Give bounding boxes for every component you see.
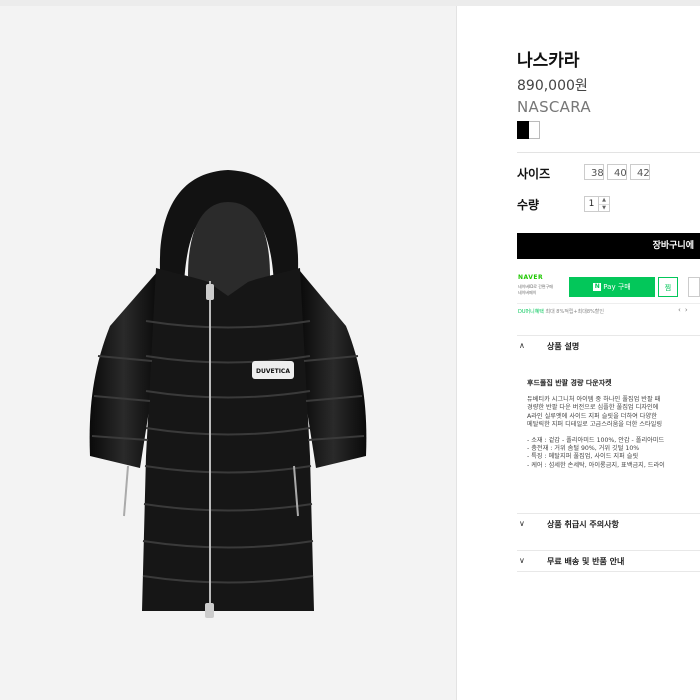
naver-logo: NAVER [518, 274, 544, 281]
accordion-label: 상품 취급시 주의사항 [547, 520, 619, 529]
benefit-nav: ‹› [678, 306, 692, 314]
product-brand: NASCARA [517, 98, 591, 116]
chevron-down-icon: ∨ [519, 556, 525, 565]
accordion-shipping-returns[interactable]: ∨ 무료 배송 및 반품 안내 [517, 550, 700, 572]
chevron-right-icon[interactable]: › [685, 306, 692, 314]
chevron-down-icon: ∨ [519, 519, 525, 528]
description-line: A라인 실루엣에 사이드 지퍼 슬릿을 더하여 다양한 [527, 412, 657, 420]
chevron-left-icon[interactable]: ‹ [678, 306, 685, 314]
description-title: 후드풀집 반팔 경량 다운자켓 [527, 379, 612, 387]
jacket-logo-text: DUVETICA [256, 368, 290, 375]
npay-n-icon: N [593, 283, 602, 291]
naver-more-button[interactable] [688, 277, 700, 297]
color-swatch-white[interactable] [529, 121, 540, 139]
size-label: 사이즈 [517, 167, 551, 181]
quantity-stepper[interactable]: 1 ▲ ▼ [584, 196, 610, 212]
product-info-panel: 나스카라 890,000원 NASCARA 사이즈 38 40 42 수량 1 … [517, 0, 700, 700]
size-option-40[interactable]: 40 [607, 164, 627, 180]
description-line: 메탈릭한 지퍼 디테일로 고급스러움을 더한 스타일링 [527, 420, 663, 428]
naver-sub-text-2: 네이버페이 [518, 290, 537, 295]
benefit-prefix: DU머니혜택 [518, 309, 544, 315]
product-image-panel: DUVETICA [0, 6, 456, 700]
naver-pay-button[interactable]: N Pay 구매 [569, 277, 655, 297]
color-swatches [517, 121, 540, 139]
description-line: 경량한 반팔 다운 버전으로 심플한 풀집업 디자인에 [527, 404, 659, 412]
product-title: 나스카라 [517, 51, 580, 71]
add-to-cart-button[interactable]: 장바구니에 [517, 233, 700, 259]
quantity-increase-icon[interactable]: ▲ [599, 197, 609, 205]
product-image-jacket: DUVETICA [89, 170, 367, 618]
spec-line: - 특징 : 메탈지퍼 풀집업, 사이드 지퍼 슬릿 [527, 453, 639, 461]
accordion-care-caution[interactable]: ∨ 상품 취급시 주의사항 [517, 513, 700, 534]
size-option-38[interactable]: 38 [584, 164, 604, 180]
quantity-decrease-icon[interactable]: ▼ [599, 205, 609, 212]
panel-divider [456, 6, 457, 700]
product-description: 후드풀집 반팔 경량 다운자켓 듀베티카 시그니처 아이템 중 하나인 풀집업 … [527, 379, 700, 470]
color-swatch-black[interactable] [517, 121, 529, 139]
benefit-detail: 최대 8%적립+최대8%할인 [543, 309, 604, 315]
naver-pay-label: Pay 구매 [603, 283, 631, 291]
chevron-up-icon: ∧ [519, 341, 525, 350]
spec-line: - 소재 : 겉감 - 폴리아미드 100%, 안감 - 폴리아미드 [527, 437, 665, 445]
spec-line: - 케어 : 섬세한 손세탁, 아이롱금지, 표백금지, 드라이 [527, 461, 665, 469]
accordion-label: 상품 설명 [547, 342, 580, 351]
size-options: 38 40 42 [584, 164, 650, 180]
naver-pay-box: NAVER 네이버ID로 간편구매 네이버페이 N Pay 구매 찜 [517, 267, 700, 304]
quantity-arrows: ▲ ▼ [598, 197, 609, 211]
accordion-product-description[interactable]: ∧ 상품 설명 [517, 335, 700, 356]
product-price: 890,000원 [517, 78, 588, 94]
naver-zzim-button[interactable]: 찜 [658, 277, 678, 297]
divider-line [517, 152, 700, 153]
quantity-label: 수량 [517, 198, 540, 212]
size-option-42[interactable]: 42 [630, 164, 650, 180]
quantity-value[interactable]: 1 [585, 197, 598, 211]
benefit-text: DU머니혜택 최대 8%적립+최대8%할인 [518, 308, 604, 315]
accordion-label: 무료 배송 및 반품 안내 [547, 557, 625, 566]
